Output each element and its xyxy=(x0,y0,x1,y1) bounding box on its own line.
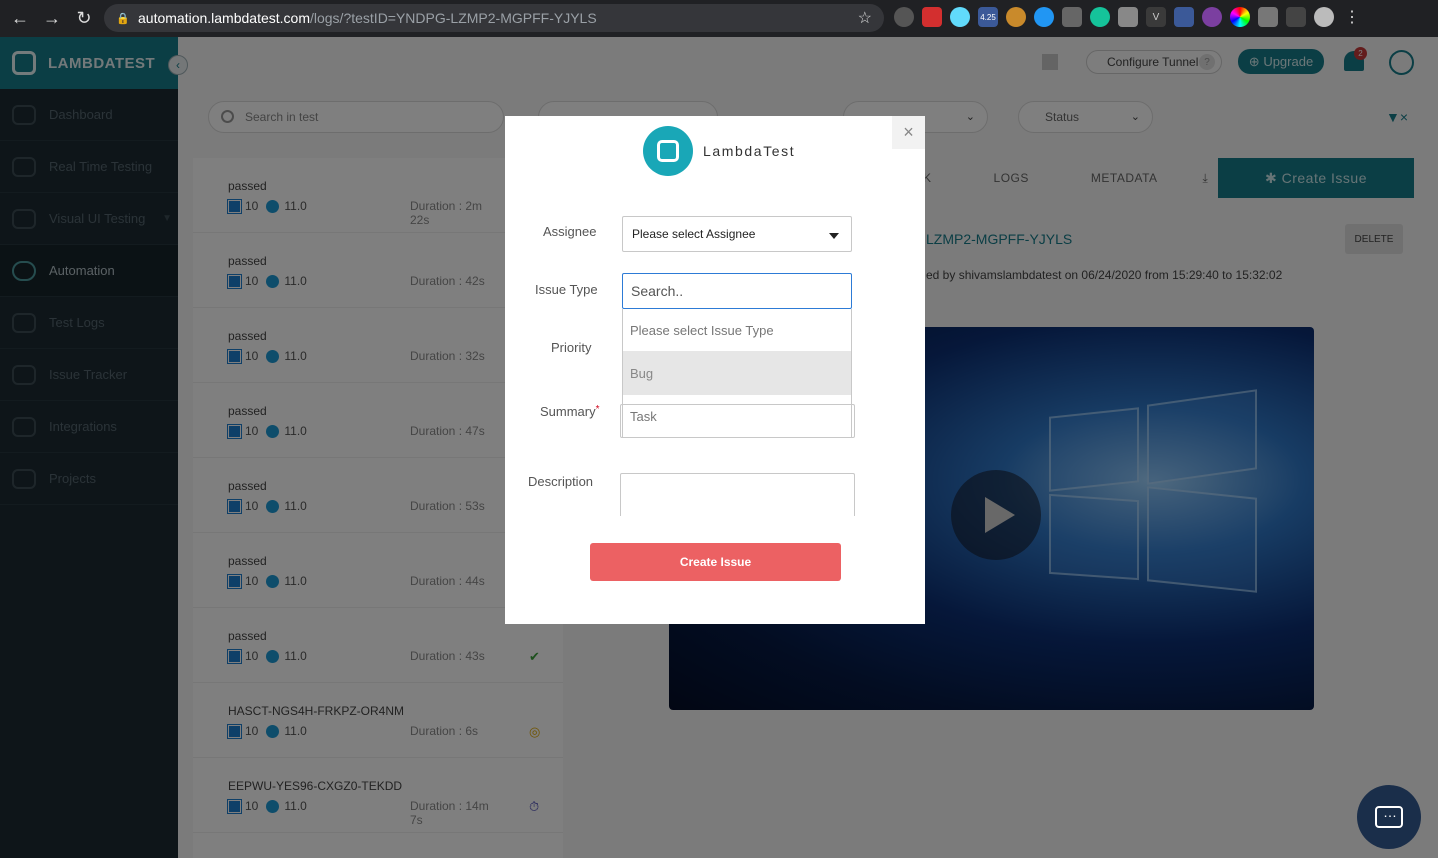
react-devtools-icon[interactable] xyxy=(950,7,970,27)
description-textarea[interactable] xyxy=(620,473,855,516)
brand-name: LambdaTest xyxy=(703,143,796,159)
facebook-extension-icon[interactable] xyxy=(1174,7,1194,27)
priority-label: Priority xyxy=(551,340,592,355)
target-extension-icon[interactable] xyxy=(894,7,914,27)
lock-icon: 🔒 xyxy=(116,13,130,25)
profile-avatar-icon[interactable] xyxy=(1314,7,1334,27)
lambdatest-logo-icon xyxy=(643,126,693,176)
terminal-extension-icon[interactable] xyxy=(1062,7,1082,27)
chat-widget-button[interactable] xyxy=(1357,785,1421,849)
caret-down-icon xyxy=(829,233,839,239)
reload-icon[interactable]: ↻ xyxy=(68,3,100,35)
issue-type-search-input[interactable] xyxy=(622,273,852,309)
address-bar[interactable]: 🔒 automation.lambdatest.com/logs/?testID… xyxy=(104,4,884,32)
url-host: automation.lambdatest.com xyxy=(138,10,310,26)
color-picker-icon[interactable] xyxy=(1230,7,1250,27)
extensions-puzzle-icon[interactable] xyxy=(1258,7,1278,27)
chat-icon xyxy=(1375,804,1403,828)
media-queue-icon[interactable] xyxy=(1286,7,1306,27)
extensions-bar: 4.25 V ⋮ xyxy=(894,7,1362,27)
close-icon[interactable]: × xyxy=(892,116,925,149)
puzzle-extension-icon[interactable] xyxy=(1118,7,1138,27)
modal-brand: LambdaTest xyxy=(643,126,795,176)
forward-arrow-icon[interactable]: → xyxy=(36,3,68,35)
bookmark-star-icon[interactable]: ☆ xyxy=(858,8,872,28)
ghost-extension-icon[interactable] xyxy=(1202,7,1222,27)
back-arrow-icon[interactable]: ← xyxy=(4,3,36,35)
create-issue-button[interactable]: Create Issue xyxy=(590,543,841,581)
cors-extension-icon[interactable] xyxy=(922,7,942,27)
issue-type-option[interactable]: Please select Issue Type xyxy=(623,309,851,352)
globe-extension-icon[interactable] xyxy=(1034,7,1054,27)
issue-type-label: Issue Type xyxy=(535,282,598,297)
summary-label: Summary* xyxy=(540,404,600,419)
extension-badge-icon[interactable]: 4.25 xyxy=(978,7,998,27)
create-issue-modal: × LambdaTest Assignee Please select Assi… xyxy=(505,116,925,624)
cookie-extension-icon[interactable] xyxy=(1006,7,1026,27)
vue-devtools-icon[interactable]: V xyxy=(1146,7,1166,27)
assignee-value: Please select Assignee xyxy=(632,227,756,241)
browser-menu-icon[interactable]: ⋮ xyxy=(1342,7,1362,27)
required-mark: * xyxy=(595,404,600,415)
issue-type-option[interactable]: Bug xyxy=(623,352,851,395)
assignee-select[interactable]: Please select Assignee xyxy=(622,216,852,252)
description-label: Description xyxy=(528,474,594,489)
summary-input[interactable] xyxy=(620,404,855,438)
assignee-label: Assignee xyxy=(543,224,597,239)
url-path: /logs/?testID=YNDPG-LZMP2-MGPFF-YJYLS xyxy=(309,10,597,26)
browser-toolbar: ← → ↻ 🔒 automation.lambdatest.com/logs/?… xyxy=(0,0,1438,37)
grammarly-icon[interactable] xyxy=(1090,7,1110,27)
